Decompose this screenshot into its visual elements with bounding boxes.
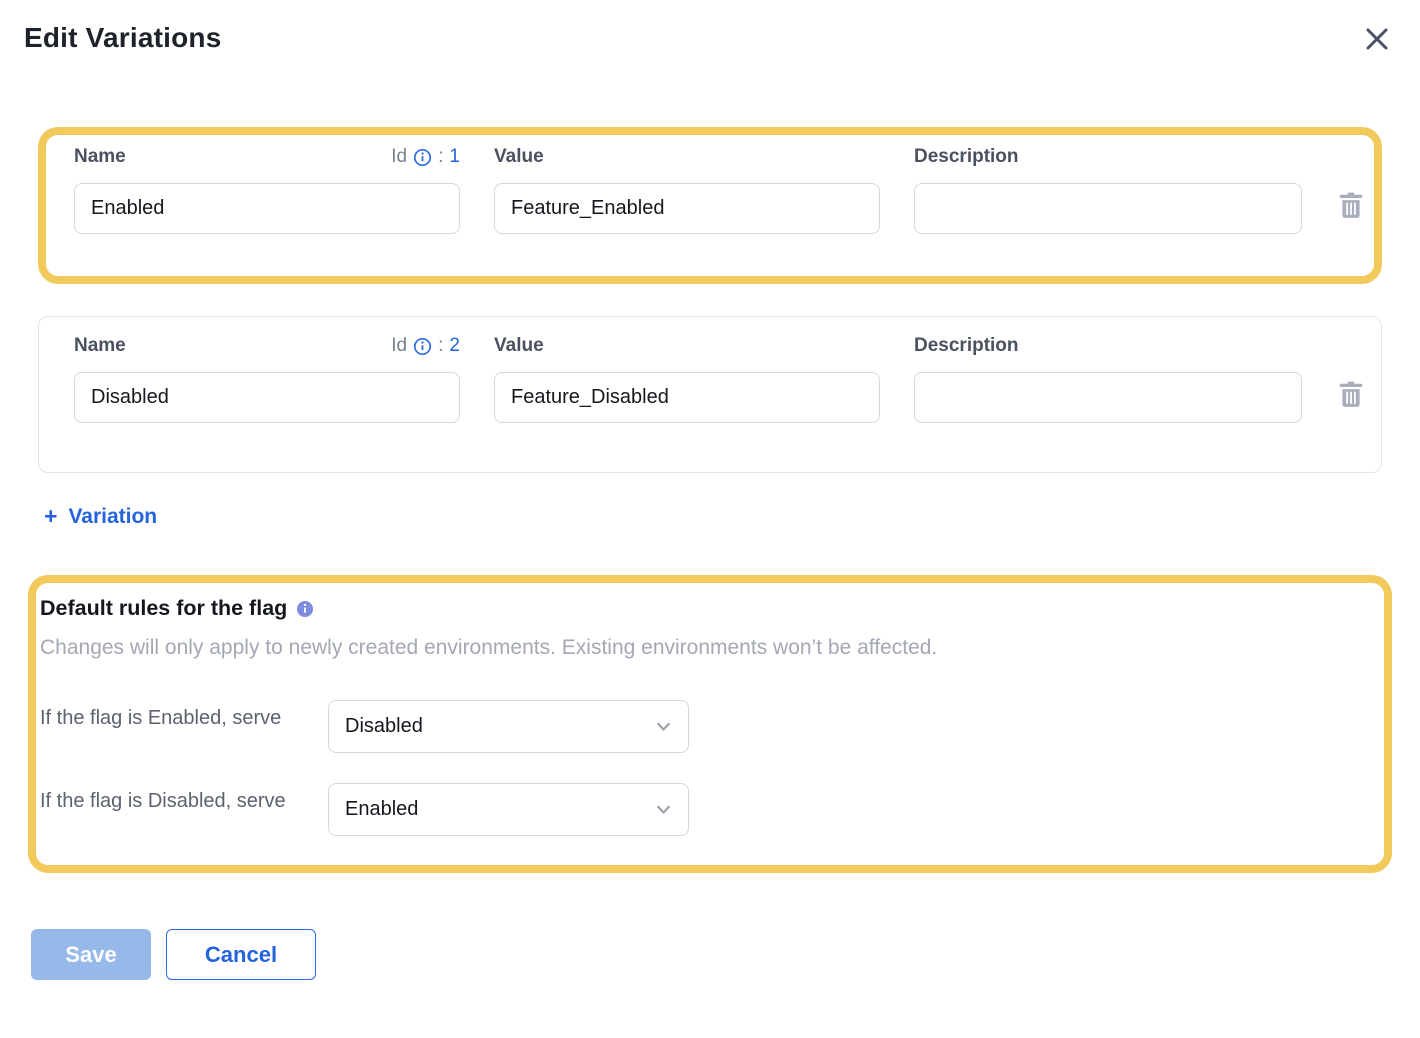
variation-description-input[interactable] [914,183,1302,234]
rule-serve-select[interactable]: Disabled [328,700,689,753]
variation-value-input[interactable] [494,183,880,234]
name-field-group: Name Id : 1 [74,145,460,234]
dialog-header: Edit Variations [0,0,1420,56]
variation-name-input[interactable] [74,372,460,423]
cancel-button[interactable]: Cancel [166,929,316,980]
name-label: Name [74,146,126,168]
close-button[interactable] [1360,22,1394,56]
default-rules-title: Default rules for the flag [40,596,287,621]
rule-serve-select[interactable]: Enabled [328,783,689,836]
variation-name-input[interactable] [74,183,460,234]
default-rules-note: Changes will only apply to newly created… [40,636,1368,660]
description-field-group: Description [914,145,1302,234]
id-info-icon[interactable] [413,148,432,167]
rule-row-disabled: If the flag is Disabled, serve Enabled [40,783,1368,836]
variation-id: Id : 1 [391,146,460,168]
close-icon [1364,26,1390,52]
delete-variation-button[interactable] [1336,189,1366,221]
variation-id-value: 1 [449,146,460,168]
add-variation-button[interactable]: + Variation [44,503,157,530]
value-field-group: Value [494,145,880,234]
variation-id: Id : 2 [391,335,460,357]
value-field-group: Value [494,334,880,423]
name-label: Name [74,335,126,357]
default-rules-section: Default rules for the flag Changes will … [28,575,1392,873]
page-title: Edit Variations [24,22,222,54]
info-filled-icon[interactable] [296,600,314,618]
add-variation-label: Variation [68,505,157,529]
plus-icon: + [44,503,57,530]
variation-card-2: Name Id : 2 Value [38,316,1382,473]
description-label: Description [914,146,1019,168]
chevron-down-icon [655,718,672,735]
chevron-down-icon [655,801,672,818]
value-label: Value [494,146,544,168]
selected-variation: Enabled [345,798,418,821]
selected-variation: Disabled [345,715,423,738]
id-info-icon[interactable] [413,337,432,356]
save-button[interactable]: Save [31,929,151,980]
variation-value-input[interactable] [494,372,880,423]
rule-label: If the flag is Disabled, serve [40,783,328,817]
trash-icon [1338,191,1364,219]
description-label: Description [914,335,1019,357]
value-label: Value [494,335,544,357]
description-field-group: Description [914,334,1302,423]
variation-id-value: 2 [449,335,460,357]
variation-description-input[interactable] [914,372,1302,423]
name-field-group: Name Id : 2 [74,334,460,423]
rule-label: If the flag is Enabled, serve [40,700,328,734]
rule-row-enabled: If the flag is Enabled, serve Disabled [40,700,1368,753]
delete-variation-button[interactable] [1336,378,1366,410]
variation-card-1: Name Id : 1 Value [38,127,1382,284]
dialog-footer: Save Cancel [31,929,1420,980]
trash-icon [1338,380,1364,408]
